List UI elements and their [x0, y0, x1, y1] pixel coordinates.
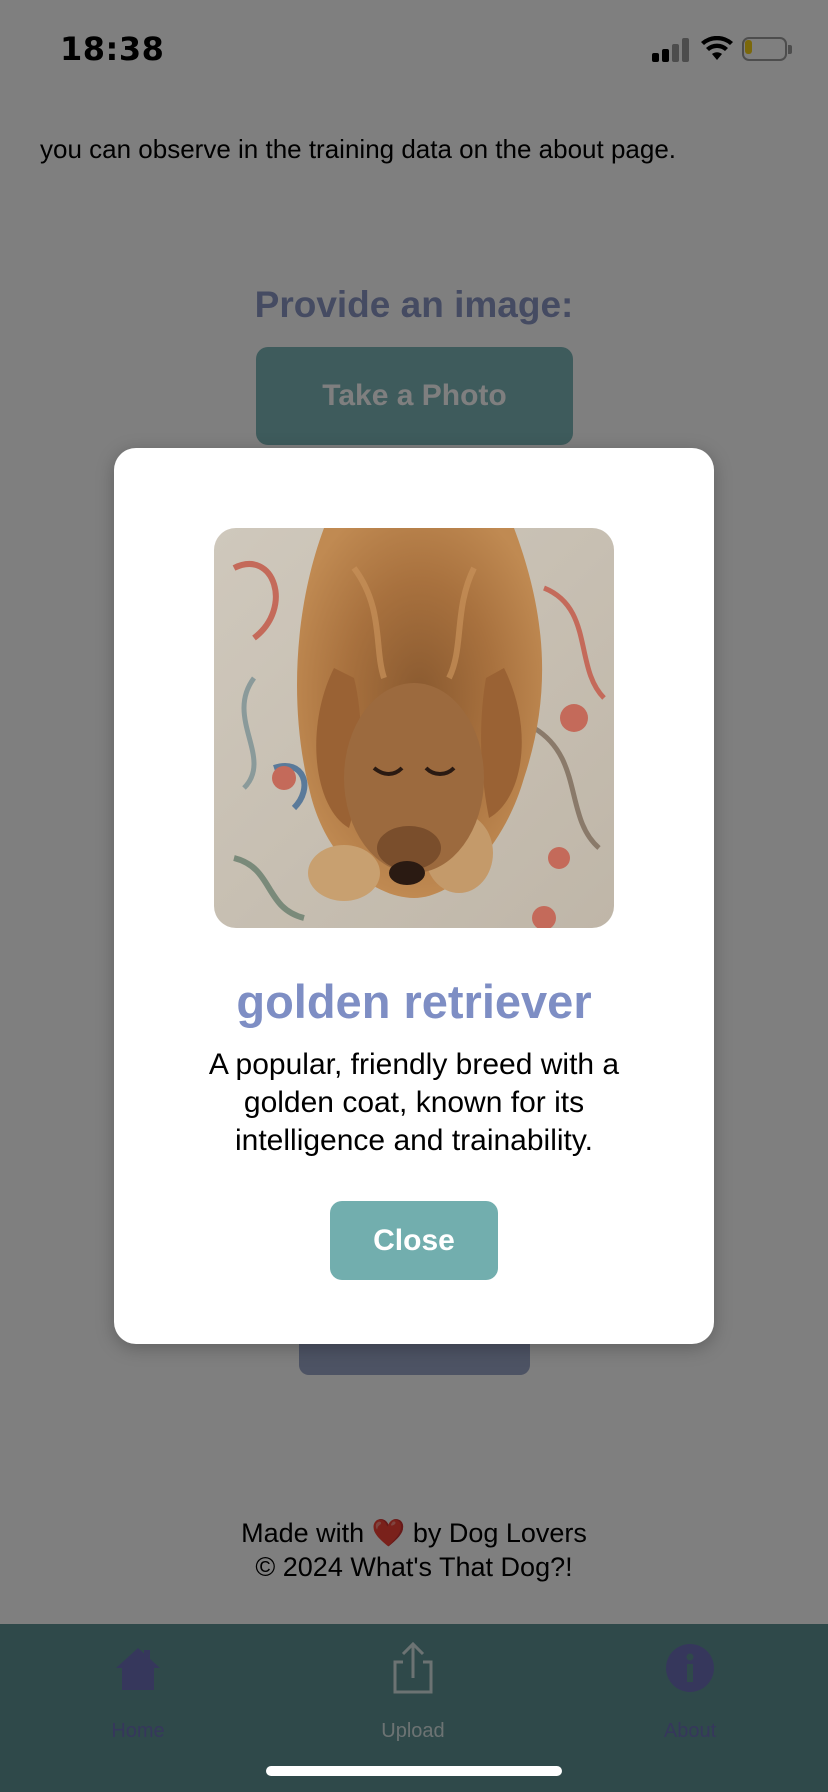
dog-photo: [214, 528, 614, 928]
breed-description: A popular, friendly breed with a golden …: [208, 1048, 620, 1157]
close-button[interactable]: Close: [330, 1201, 498, 1280]
result-modal: golden retriever A popular, friendly bre…: [114, 448, 714, 1344]
home-indicator[interactable]: [266, 1766, 562, 1776]
breed-title: golden retriever: [236, 975, 592, 1028]
